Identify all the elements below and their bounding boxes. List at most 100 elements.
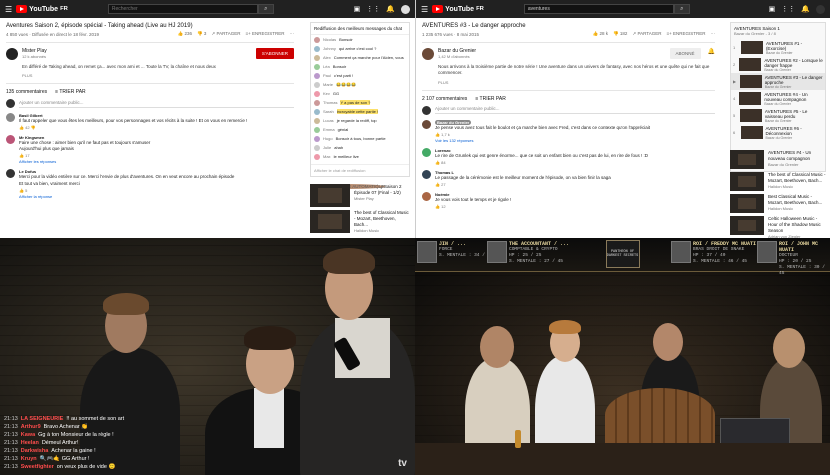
more-icon[interactable]: ··· xyxy=(711,31,716,37)
dislike-button[interactable]: 👎 182 xyxy=(613,31,627,37)
playlist-item[interactable]: 6 AVENTURES #6 - Déconnexion Bazar du Gren… xyxy=(731,124,825,141)
like-button[interactable]: 👍 28 k xyxy=(593,31,608,37)
like-icon[interactable]: 👍 xyxy=(19,125,24,130)
save-button[interactable]: ≡+ ENREGISTRER xyxy=(245,31,284,37)
recommended-title[interactable]: The best of Classical Music - Mozart, Be… xyxy=(768,172,826,184)
upload-icon[interactable]: ▣ xyxy=(769,5,776,13)
subscribe-button[interactable]: S'ABONNER xyxy=(255,48,294,59)
recommended-video[interactable]: AVENTURES #4 - Un nouveau compagnon Bazar… xyxy=(730,150,826,169)
video-thumbnail[interactable] xyxy=(310,210,350,233)
show-more-button[interactable]: PLUS xyxy=(22,73,278,78)
search-input[interactable] xyxy=(107,4,258,14)
search-box[interactable]: ⌕ xyxy=(523,4,690,14)
recommended-video[interactable]: Celtic Halloween Music - Hour of the Sha… xyxy=(730,216,826,238)
playlist-item-title[interactable]: AVENTURES #2 - Lorsque le danger frappe xyxy=(764,58,823,68)
channel-avatar[interactable] xyxy=(6,48,18,60)
playlist-item[interactable]: 5 AVENTURES #5 - Le vaisseau perdu Bazar d… xyxy=(731,107,825,124)
youtube-logo[interactable]: YouTube FR xyxy=(16,5,68,13)
playlist-item-title[interactable]: AVENTURES #6 - Déconnexion xyxy=(766,126,823,136)
recommended-title[interactable]: Celtic Halloween Music - Hour of the Sha… xyxy=(768,216,826,234)
like-icon[interactable]: 👍 xyxy=(435,204,440,209)
commenter-avatar[interactable] xyxy=(422,191,431,201)
apps-icon[interactable]: ⋮⋮ xyxy=(366,5,380,13)
comment-input[interactable]: Ajouter un commentaire public... xyxy=(435,106,715,115)
chat-author[interactable]: Lucas xyxy=(323,118,334,123)
video-thumbnail[interactable] xyxy=(739,109,762,122)
video-thumbnail[interactable] xyxy=(740,41,763,54)
like-icon[interactable]: 👍 xyxy=(435,182,440,187)
chat-author[interactable]: Marie xyxy=(323,82,333,87)
video-thumbnail[interactable] xyxy=(730,150,764,169)
chat-header[interactable]: Rediffusion des meilleurs messages du ch… xyxy=(311,23,409,35)
chat-author[interactable]: Kev xyxy=(323,91,330,96)
video-thumbnail[interactable] xyxy=(740,126,763,139)
video-thumbnail[interactable] xyxy=(730,172,764,191)
chat-author[interactable]: Max xyxy=(323,154,331,159)
menu-icon[interactable]: ☰ xyxy=(421,5,428,14)
video-thumbnail[interactable] xyxy=(730,194,764,213)
show-more-button[interactable]: PLUS xyxy=(438,80,699,85)
subscribed-button[interactable]: ABONNÉ xyxy=(669,48,701,59)
recommended-title[interactable]: The best of Classical Music - Mozart, Be… xyxy=(354,210,410,228)
apps-icon[interactable]: ⋮⋮ xyxy=(781,5,795,13)
chat-footer[interactable]: Afficher le chat de rediffusion xyxy=(311,164,409,176)
chat-author[interactable]: Emma xyxy=(323,127,335,132)
like-button[interactable]: 👍 236 xyxy=(178,31,192,37)
stream-video-left[interactable]: 21:13 LA SEIGNEURIE!! au sommet de son ar… xyxy=(0,238,415,475)
chat-author[interactable]: Sarah xyxy=(323,109,334,114)
commenter-avatar[interactable] xyxy=(6,135,15,145)
commenter-avatar[interactable] xyxy=(422,147,431,157)
chat-author[interactable]: Nicolas xyxy=(323,37,336,42)
share-button[interactable]: ↗ PARTAGER xyxy=(211,31,240,37)
chat-messages[interactable]: Nicolas Bonsoir Johnny qui arrive c'est coo… xyxy=(311,35,409,161)
youtube-logo[interactable]: YouTube FR xyxy=(432,5,484,13)
like-icon[interactable]: 👍 xyxy=(19,153,24,158)
chat-author[interactable]: Julie xyxy=(323,145,331,150)
recommended-video[interactable]: The best of Classical Music - Mozart, Be… xyxy=(310,210,410,233)
playlist-item-title[interactable]: AVENTURES #4 - Un nouveau compagnon xyxy=(764,92,823,102)
menu-icon[interactable]: ☰ xyxy=(5,5,12,14)
chat-author[interactable]: Johnny xyxy=(323,46,336,51)
search-box[interactable]: ⌕ xyxy=(107,4,274,14)
avatar[interactable] xyxy=(816,4,825,14)
more-icon[interactable]: ··· xyxy=(290,31,295,37)
chat-author[interactable]: Thomas xyxy=(323,100,337,105)
playlist-item[interactable]: 4 AVENTURES #4 - Un nouveau compagnon Baza… xyxy=(731,90,825,107)
recommended-title[interactable]: Best Classical Music - Mozart, Beethoven… xyxy=(768,194,826,206)
video-thumbnail[interactable] xyxy=(739,58,762,71)
video-thumbnail[interactable] xyxy=(739,75,762,88)
notifications-icon[interactable]: 🔔 xyxy=(386,5,395,13)
chat-author[interactable]: Hugo xyxy=(323,136,333,141)
playlist-item[interactable]: ▶ AVENTURES #3 - Le danger approche Bazar … xyxy=(731,73,825,90)
dislike-button[interactable]: 👎 3 xyxy=(197,31,206,37)
chat-author[interactable]: Léa xyxy=(323,64,330,69)
upload-icon[interactable]: ▣ xyxy=(354,5,361,13)
sort-button[interactable]: ≡ TRIER PAR xyxy=(475,96,506,102)
stream-video-right[interactable]: JIN / ... FORCE S. MENTALE : 34 / 45 THE… xyxy=(415,238,830,475)
video-thumbnail[interactable] xyxy=(739,92,762,105)
recommended-video[interactable]: The best of Classical Music - Mozart, Be… xyxy=(730,172,826,191)
playlist-item-title[interactable]: AVENTURES #5 - Le vaisseau perdu xyxy=(765,109,823,119)
commenter-avatar[interactable] xyxy=(422,169,431,179)
chat-author[interactable]: Alex xyxy=(323,55,331,60)
video-thumbnail[interactable] xyxy=(730,216,764,235)
sort-button[interactable]: ≡ TRIER PAR xyxy=(55,89,86,95)
search-icon[interactable]: ⌕ xyxy=(257,4,274,14)
playlist-owner[interactable]: Bazar du Grenier xyxy=(734,31,764,36)
recommended-title[interactable]: AVENTURES #4 - Un nouveau compagnon xyxy=(768,150,826,162)
show-replies-button[interactable]: Voir les 132 réponses xyxy=(435,138,650,143)
commenter-avatar[interactable] xyxy=(422,119,431,129)
commenter-avatar[interactable] xyxy=(6,113,15,123)
playlist-item-title[interactable]: AVENTURES #3 - Le danger approche xyxy=(765,75,823,85)
playlist-item[interactable]: 1 AVENTURES #1 - (Exorcise) Bazar du Greni… xyxy=(731,39,825,56)
show-replies-button[interactable]: Afficher les réponses xyxy=(19,159,150,164)
search-input[interactable] xyxy=(523,4,674,14)
like-icon[interactable]: 👍 xyxy=(435,132,440,137)
search-icon[interactable]: ⌕ xyxy=(673,4,690,14)
avatar[interactable] xyxy=(401,4,410,14)
video-thumbnail[interactable] xyxy=(310,184,350,207)
channel-avatar[interactable] xyxy=(422,48,434,60)
playlist-item[interactable]: 2 AVENTURES #2 - Lorsque le danger frappe… xyxy=(731,56,825,73)
save-button[interactable]: ≡+ ENREGISTRER xyxy=(666,31,705,37)
recommended-video[interactable]: Best Classical Music - Mozart, Beethoven… xyxy=(730,194,826,213)
